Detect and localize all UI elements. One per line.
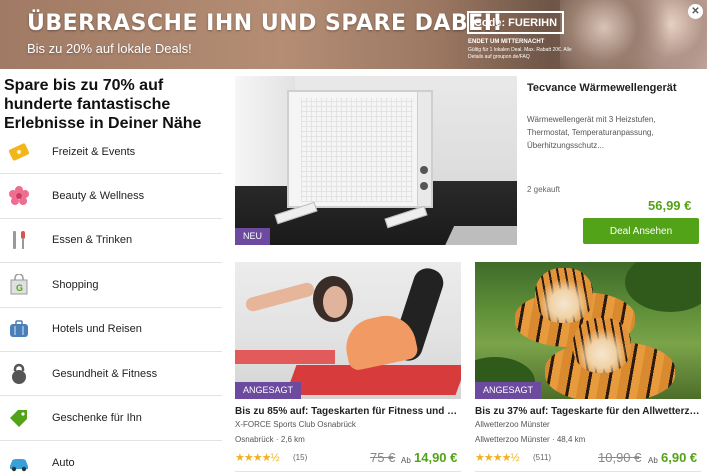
promo-code-box: Code: FUERIHN (467, 11, 564, 34)
deal-location: Allwetterzoo Münster (475, 435, 550, 444)
rating-stars-icon: ★★★★½ (475, 452, 520, 464)
image-tiger-face (535, 268, 593, 323)
image-figure-face (323, 286, 347, 318)
price-prefix: Ab (648, 456, 658, 465)
banner-subline: Bis zu 20% auf lokale Deals! (27, 41, 192, 56)
featured-price: 56,99 € (648, 198, 692, 213)
rating-stars-icon: ★★★★½ (235, 452, 280, 464)
category-label: Shopping (52, 278, 99, 291)
banner-terms-line-1: Gültig für 1 lokalen Deal. Max. Rabatt 2… (468, 47, 572, 53)
deal-price: 6,90 € (661, 450, 698, 465)
deal-title[interactable]: Bis zu 85% auf: Tageskarten für Fitness … (235, 406, 461, 417)
image-tiger-face (573, 318, 631, 373)
card-divider (235, 471, 461, 472)
category-label: Geschenke für Ihn (52, 412, 142, 425)
heater-knob (420, 182, 428, 190)
category-label: Hotels und Reisen (52, 323, 142, 336)
price-prefix: Ab (401, 456, 411, 465)
category-sidebar: Spare bis zu 70% auf hunderte fantastisc… (0, 69, 222, 476)
deal-price: 14,90 € (414, 450, 458, 465)
featured-title[interactable]: Tecvance Wärmewellengerät (527, 82, 677, 94)
deal-title[interactable]: Bis zu 37% auf: Tageskarte für den Allwe… (475, 406, 701, 417)
deal-merchant: Allwetterzoo Münster (475, 420, 550, 429)
ticket-icon (8, 141, 30, 163)
shopping-bag-icon: G (8, 273, 30, 296)
image-wall (235, 76, 295, 186)
card-divider (475, 471, 701, 472)
banner-headline: ÜBERRASCHE IHN UND SPARE DABEI! (27, 11, 503, 36)
deal-location-row: Allwetterzoo Münster · 48,4 km (475, 435, 585, 444)
kettlebell-icon (8, 363, 30, 385)
category-label: Auto (52, 456, 75, 469)
banner-terms-line-2: Details auf groupon.de/FAQ (468, 54, 530, 60)
deal-merchant: X-FORCE Sports Club Osnabrück (235, 420, 356, 429)
review-count: (15) (293, 453, 308, 462)
view-deal-button[interactable]: Deal Ansehen (583, 218, 699, 244)
category-item-hotels[interactable]: Hotels und Reisen (0, 308, 222, 352)
heater-mesh (301, 98, 413, 202)
category-item-beauty[interactable]: Beauty & Wellness (0, 174, 222, 219)
old-price: 10,90 € (598, 450, 642, 465)
featured-sold-count: 2 gekauft (527, 185, 560, 194)
category-item-auto[interactable]: Auto (0, 441, 222, 476)
category-list: Freizeit & Events Beauty & Wellness Esse… (0, 130, 222, 476)
image-floor-mat (443, 226, 517, 245)
deal-location: Osnabrück (235, 435, 274, 444)
category-label: Essen & Trinken (52, 234, 133, 247)
new-badge: NEU (235, 228, 271, 245)
image-mat (235, 350, 335, 364)
heater-control-panel (417, 92, 431, 206)
deal-card-fitness[interactable]: ANGESAGT Bis zu 85% auf: Tageskarten für… (235, 262, 461, 476)
suitcase-icon (8, 318, 30, 340)
svg-text:G: G (16, 283, 23, 293)
category-label: Beauty & Wellness (52, 190, 145, 203)
heater-knob (420, 166, 428, 174)
deal-distance: 48,4 km (556, 435, 586, 444)
image-mat (285, 365, 461, 395)
old-price: 75 € (370, 450, 396, 465)
heater-illustration (287, 90, 433, 208)
flower-icon (8, 185, 30, 207)
category-item-geschenke[interactable]: Geschenke für Ihn (0, 396, 222, 441)
category-item-essen[interactable]: Essen & Trinken (0, 219, 222, 264)
banner-photo (560, 0, 707, 69)
trending-badge: ANGESAGT (235, 382, 302, 399)
heater-foot (384, 205, 428, 229)
category-label: Gesundheit & Fitness (52, 367, 158, 380)
deal-location-row: Osnabrück · 2,6 km (235, 435, 305, 444)
featured-description: Wärmewellengerät mit 3 Heizstufen, Therm… (527, 115, 656, 150)
trending-badge: ANGESAGT (475, 382, 542, 399)
deal-image-fitness: ANGESAGT (235, 262, 461, 399)
close-icon: ✕ (691, 6, 700, 17)
banner-ends-title: ENDET UM MITTERNACHT (468, 39, 545, 45)
category-item-gesundheit[interactable]: Gesundheit & Fitness (0, 352, 222, 397)
review-count: (511) (533, 453, 552, 462)
sidebar-heading: Spare bis zu 70% auf hunderte fantastisc… (4, 77, 202, 132)
promo-banner[interactable]: ÜBERRASCHE IHN UND SPARE DABEI! Bis zu 2… (0, 0, 707, 69)
featured-deal-image[interactable]: NEU (235, 76, 517, 245)
banner-close-button[interactable]: ✕ (688, 4, 703, 19)
deal-image-zoo: ANGESAGT (475, 262, 701, 399)
car-icon (8, 452, 30, 474)
category-label: Freizeit & Events (52, 145, 136, 158)
deal-distance: 2,6 km (280, 435, 305, 444)
gift-tag-icon (8, 407, 30, 429)
category-item-shopping[interactable]: G Shopping (0, 263, 222, 308)
cutlery-icon (8, 229, 30, 251)
category-item-freizeit[interactable]: Freizeit & Events (0, 130, 222, 175)
deal-card-zoo[interactable]: ANGESAGT Bis zu 37% auf: Tageskarte für … (475, 262, 701, 476)
